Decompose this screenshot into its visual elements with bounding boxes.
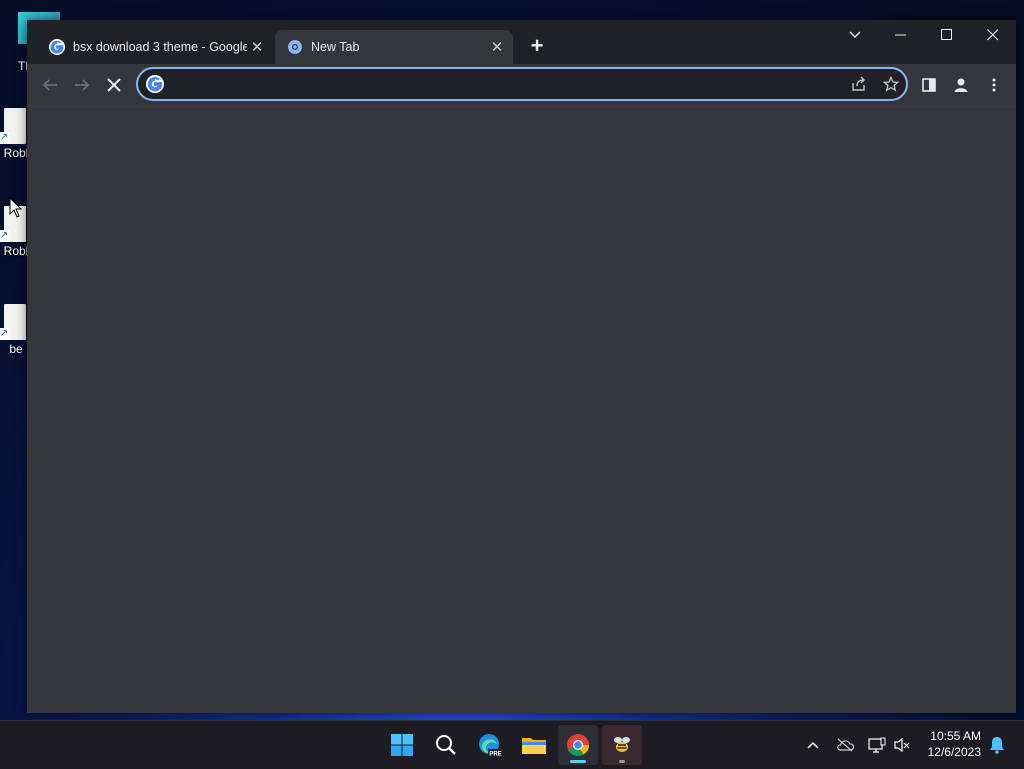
address-input[interactable]	[172, 72, 836, 98]
tab-search-chevron-icon[interactable]	[832, 20, 878, 50]
close-window-button[interactable]	[970, 20, 1016, 50]
close-tab-icon[interactable]: ✕	[487, 37, 507, 57]
more-menu-icon[interactable]	[977, 68, 1011, 102]
desktop-icon-be[interactable]: ↗ be	[0, 304, 28, 356]
shortcut-arrow-icon: ↗	[0, 230, 10, 242]
tab-google-search[interactable]: bsx download 3 theme - Google ✕	[37, 30, 273, 64]
browser-window: bsx download 3 theme - Google ✕ New Tab …	[27, 20, 1016, 713]
profile-avatar-icon[interactable]	[944, 68, 978, 102]
search-icon[interactable]	[426, 725, 466, 765]
back-button[interactable]	[33, 68, 67, 102]
active-app-indicator	[570, 760, 586, 763]
google-g-icon	[146, 75, 164, 93]
page-content	[27, 106, 1016, 713]
bee-app-icon[interactable]	[602, 725, 642, 765]
edge-badge-text: PRE	[489, 751, 501, 757]
shortcut-arrow-icon: ↗	[0, 132, 10, 144]
chrome-newtab-icon	[287, 39, 303, 55]
stop-loading-button[interactable]	[97, 68, 131, 102]
new-tab-button[interactable]: +	[525, 33, 549, 58]
volume-muted-icon[interactable]	[890, 733, 914, 757]
chrome-icon[interactable]	[558, 725, 598, 765]
shortcut-arrow-icon: ↗	[0, 328, 10, 340]
tab-title: bsx download 3 theme - Google	[73, 40, 247, 54]
bookmark-star-icon[interactable]	[880, 73, 902, 95]
file-icon: ↗	[0, 304, 26, 340]
tab-strip: bsx download 3 theme - Google ✕ New Tab …	[27, 20, 1016, 64]
edge-preview-icon[interactable]: PRE	[470, 725, 510, 765]
mouse-cursor-icon	[9, 197, 23, 218]
system-clock[interactable]: 10:55 AM 12/6/2023	[928, 728, 981, 760]
windows-start-icon[interactable]	[382, 725, 422, 765]
side-panel-button[interactable]	[912, 68, 946, 102]
browser-toolbar	[27, 64, 1016, 106]
running-app-indicator	[619, 760, 625, 763]
desktop-icon-roblox-1[interactable]: ↗ Robl	[0, 108, 29, 160]
maximize-button[interactable]	[924, 20, 970, 50]
show-hidden-icons-chevron-icon[interactable]	[801, 733, 825, 757]
taskbar: PRE 10:55 AM 12/6/2023	[0, 720, 1024, 769]
desktop-icon-label: Robl	[3, 244, 29, 258]
tab-new-tab[interactable]: New Tab ✕	[275, 30, 513, 64]
minimize-button[interactable]	[878, 20, 924, 50]
google-g-icon	[49, 39, 65, 55]
clock-date: 12/6/2023	[927, 745, 981, 759]
address-bar[interactable]	[136, 67, 908, 101]
onedrive-offline-icon[interactable]	[833, 733, 857, 757]
clock-time: 10:55 AM	[930, 729, 981, 743]
file-icon: ↗	[0, 108, 26, 144]
desktop-icon-label: be	[9, 342, 23, 356]
close-tab-icon[interactable]: ✕	[247, 37, 267, 57]
forward-button[interactable]	[65, 68, 99, 102]
tab-title: New Tab	[311, 40, 360, 54]
network-icon[interactable]	[865, 733, 889, 757]
notification-bell-icon[interactable]	[985, 733, 1009, 757]
share-icon[interactable]	[848, 73, 870, 95]
file-explorer-icon[interactable]	[514, 725, 554, 765]
desktop-icon-label: Robl	[3, 146, 29, 160]
